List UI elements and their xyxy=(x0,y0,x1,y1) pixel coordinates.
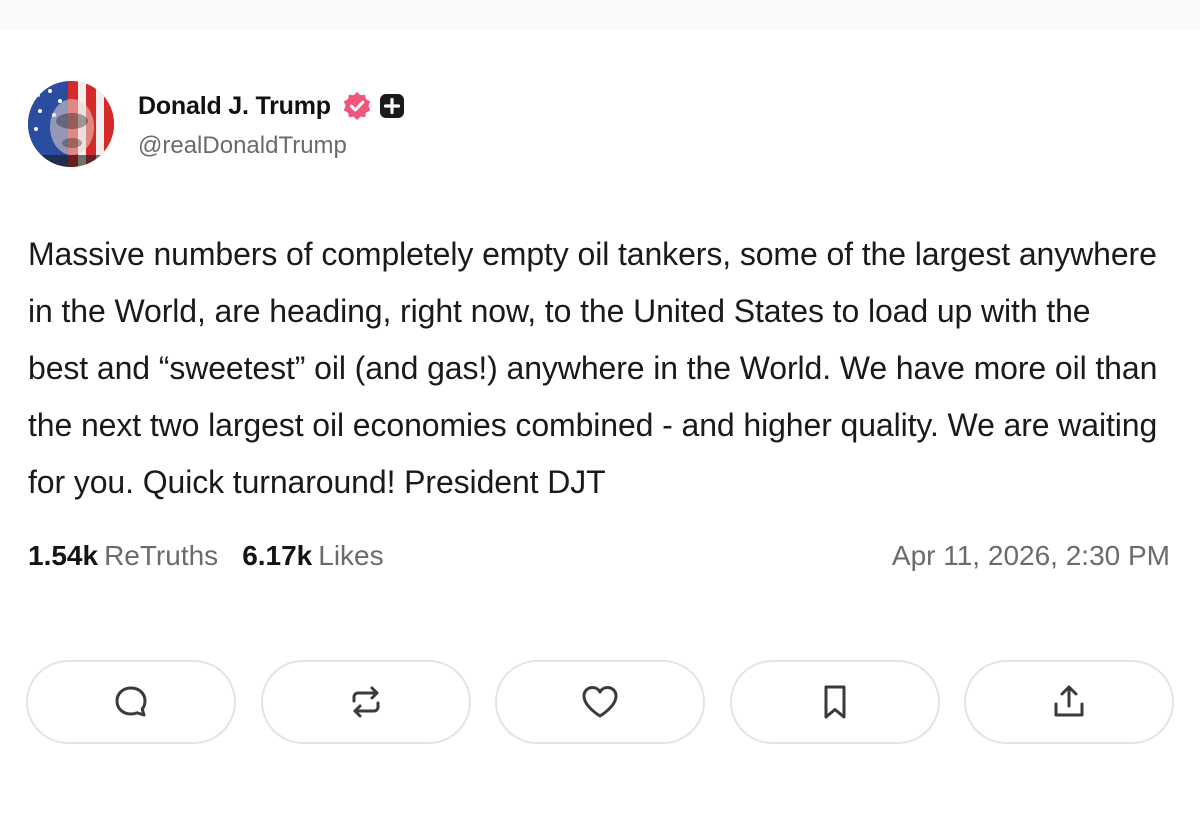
author-handle[interactable]: @realDonaldTrump xyxy=(138,132,405,160)
heart-icon xyxy=(579,682,621,722)
share-icon xyxy=(1049,682,1089,722)
post-timestamp: Apr 11, 2026, 2:30 PM xyxy=(891,540,1170,571)
reply-button[interactable] xyxy=(26,660,236,744)
action-bar xyxy=(26,660,1174,744)
bookmark-button[interactable] xyxy=(729,660,940,744)
avatar[interactable] xyxy=(28,81,114,167)
bookmark-icon xyxy=(815,682,855,722)
retruths-count[interactable]: 1.54k xyxy=(28,540,98,572)
post-card: Donald J. Trump @realDonaldTrump Massive… xyxy=(28,80,1172,576)
author-names: Donald J. Trump @realDonaldTrump xyxy=(138,88,405,160)
likes-count[interactable]: 6.17k xyxy=(242,540,312,572)
retruths-label[interactable]: ReTruths xyxy=(104,540,218,572)
repost-icon xyxy=(346,682,386,722)
verified-check-icon xyxy=(341,90,373,122)
author-display-name[interactable]: Donald J. Trump xyxy=(138,92,331,121)
avatar-image xyxy=(28,81,114,167)
top-band xyxy=(0,0,1200,30)
name-row: Donald J. Trump xyxy=(138,88,405,124)
retruth-button[interactable] xyxy=(260,660,471,744)
like-button[interactable] xyxy=(495,660,705,744)
post-meta: 1.54k ReTruths 6.17k Likes Apr 11, 2026,… xyxy=(28,536,1172,576)
post-header: Donald J. Trump @realDonaldTrump xyxy=(28,80,1172,168)
comment-icon xyxy=(111,682,151,722)
share-button[interactable] xyxy=(964,660,1174,744)
post-text: Massive numbers of completely empty oil … xyxy=(28,236,1158,500)
likes-label[interactable]: Likes xyxy=(318,540,383,572)
plus-square-icon xyxy=(379,93,405,119)
